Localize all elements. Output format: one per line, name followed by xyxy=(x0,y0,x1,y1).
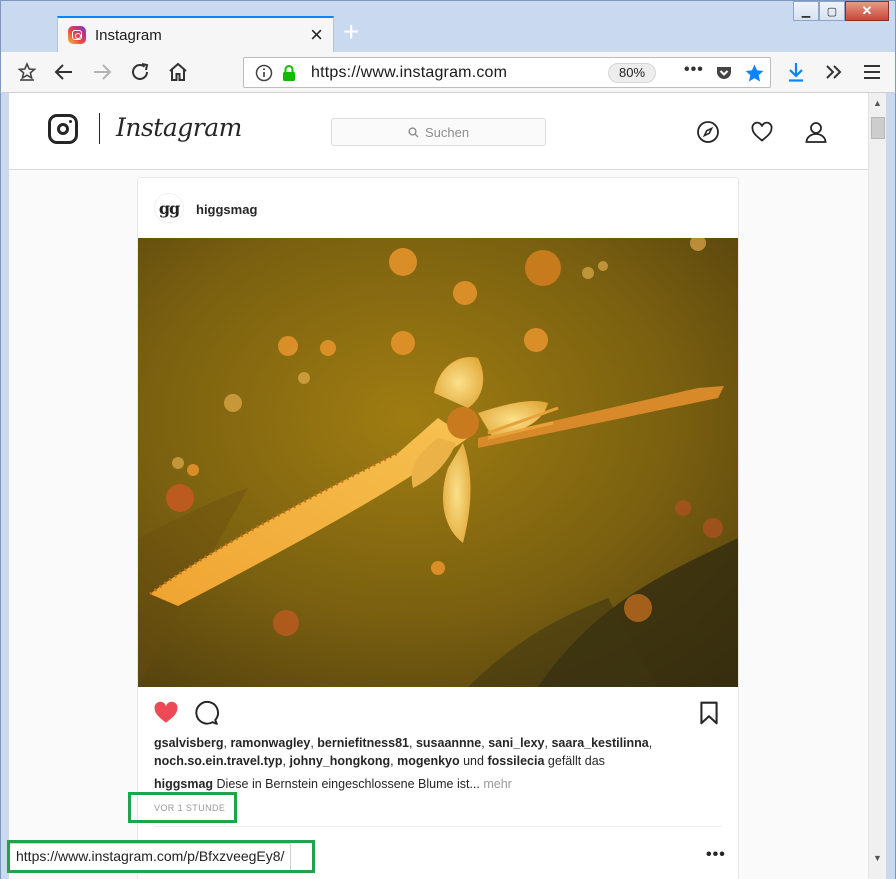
caption-username[interactable]: higgsmag xyxy=(154,777,213,791)
tab-title: Instagram xyxy=(95,26,162,44)
post-options-icon[interactable]: ••• xyxy=(706,846,726,864)
instagram-wordmark[interactable]: Instagram xyxy=(116,113,242,142)
profile-icon[interactable] xyxy=(804,120,828,144)
explore-compass-icon[interactable] xyxy=(696,120,720,144)
window-frame-left xyxy=(0,93,9,879)
post-header: gg higgsmag xyxy=(138,178,738,238)
home-icon[interactable] xyxy=(166,60,190,84)
info-icon[interactable] xyxy=(255,64,273,87)
bookmark-star-icon[interactable] xyxy=(744,63,765,89)
save-bookmark-icon[interactable] xyxy=(696,700,722,726)
instagram-camera-icon[interactable] xyxy=(48,114,78,144)
forward-icon[interactable] xyxy=(90,60,114,84)
timestamp-highlight-box xyxy=(128,792,237,823)
likes-list: gsalvisberg, ramonwagley, berniefitness8… xyxy=(154,734,724,770)
post-image[interactable] xyxy=(138,238,738,687)
activity-heart-icon[interactable] xyxy=(750,120,774,144)
back-icon[interactable] xyxy=(52,60,76,84)
maximize-button[interactable]: ▢ xyxy=(819,1,845,21)
url-text[interactable]: https://www.instagram.com xyxy=(311,64,507,82)
likes-separator: , xyxy=(409,736,416,750)
lock-icon[interactable] xyxy=(281,64,297,87)
pocket-icon[interactable] xyxy=(715,64,733,87)
liker-link[interactable]: saara_kestilinna xyxy=(551,736,648,750)
caption-more-link[interactable]: mehr xyxy=(483,777,511,791)
liker-link[interactable]: berniefitness81 xyxy=(317,736,409,750)
comment-icon[interactable] xyxy=(193,700,219,726)
feed-post: gg higgsmag gsalvisberg, ramonwagley, be… xyxy=(137,177,739,879)
post-divider xyxy=(154,826,722,827)
scroll-up-icon[interactable]: ▲ xyxy=(873,98,882,108)
search-icon xyxy=(408,126,419,137)
scroll-thumb[interactable] xyxy=(871,117,885,139)
header-divider xyxy=(99,113,100,144)
instagram-favicon-icon xyxy=(68,26,86,44)
liker-link[interactable]: fossilecia xyxy=(487,754,544,768)
window-frame-right xyxy=(886,93,896,879)
overflow-chevron-icon[interactable] xyxy=(822,60,846,84)
navigation-toolbar: https://www.instagram.com 80% ••• xyxy=(0,52,896,93)
likes-suffix: gefällt das xyxy=(547,754,605,768)
tab-close-icon[interactable]: × xyxy=(310,24,323,46)
post-actions xyxy=(138,696,738,730)
download-icon[interactable] xyxy=(784,60,808,84)
scroll-down-icon[interactable]: ▼ xyxy=(873,853,882,863)
instagram-header: Instagram Suchen xyxy=(9,93,868,170)
liker-link[interactable]: gsalvisberg xyxy=(154,736,223,750)
window-controls: ▁ ▢ ✕ xyxy=(793,1,889,21)
page-actions-icon[interactable]: ••• xyxy=(684,61,704,79)
liker-link[interactable]: ramonwagley xyxy=(230,736,310,750)
reload-icon[interactable] xyxy=(128,60,152,84)
liker-link[interactable]: mogenkyo xyxy=(397,754,460,768)
liker-link[interactable]: sani_lexy xyxy=(488,736,544,750)
caption-text: Diese in Bernstein eingeschlossene Blume… xyxy=(216,777,480,791)
minimize-button[interactable]: ▁ xyxy=(793,1,819,21)
avatar[interactable]: gg xyxy=(154,193,184,223)
liker-link[interactable]: noch.so.ein.travel.typ xyxy=(154,754,283,768)
new-tab-icon[interactable]: + xyxy=(343,18,359,46)
post-username[interactable]: higgsmag xyxy=(196,202,257,217)
post-caption: higgsmag Diese in Bernstein eingeschloss… xyxy=(154,777,724,791)
zoom-level-badge[interactable]: 80% xyxy=(608,63,656,83)
url-bar[interactable]: https://www.instagram.com 80% ••• xyxy=(243,57,771,88)
browser-tab[interactable]: Instagram × xyxy=(57,16,334,52)
close-window-button[interactable]: ✕ xyxy=(845,1,889,21)
page-viewport: Instagram Suchen gg higgsmag gsalvisberg… xyxy=(9,93,868,879)
liker-link[interactable]: susaannne xyxy=(416,736,481,750)
search-placeholder: Suchen xyxy=(424,124,470,140)
likes-and: und xyxy=(463,754,484,768)
likes-separator: , xyxy=(648,736,653,750)
library-icon[interactable] xyxy=(15,60,39,84)
hamburger-menu-icon[interactable] xyxy=(860,60,884,84)
like-heart-icon[interactable] xyxy=(153,700,179,726)
liker-link[interactable]: johny_hongkong xyxy=(289,754,390,768)
status-url-highlight-box xyxy=(7,840,315,873)
search-input[interactable]: Suchen xyxy=(331,118,546,146)
vertical-scrollbar[interactable]: ▲ ▼ xyxy=(868,93,886,879)
